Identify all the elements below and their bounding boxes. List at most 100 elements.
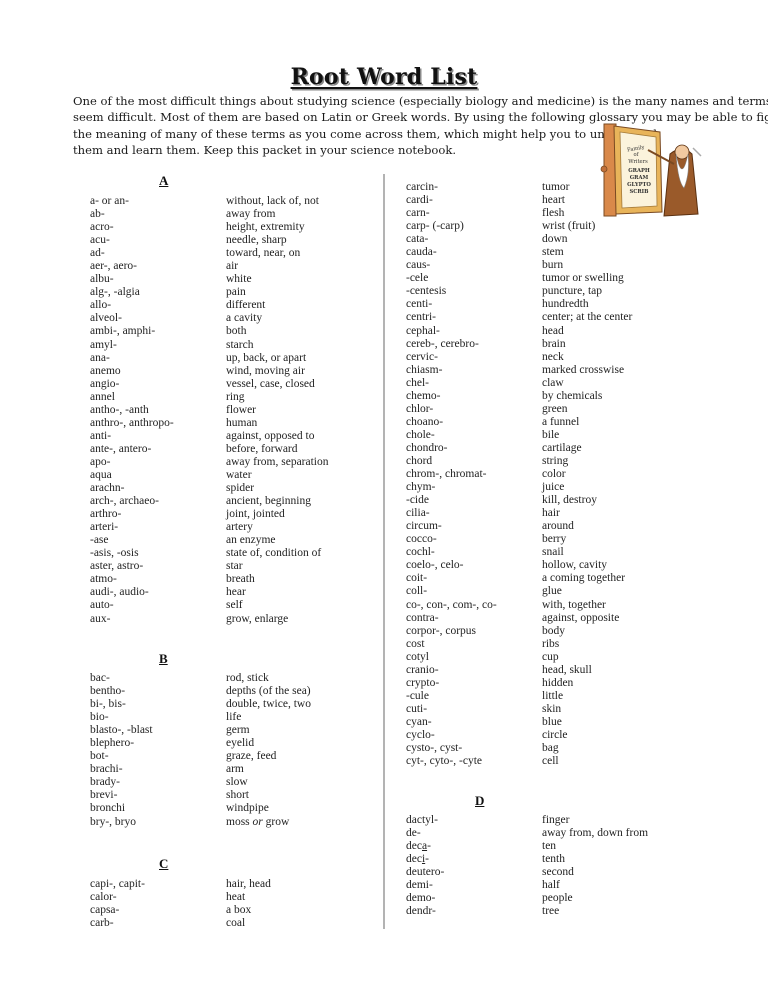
root-word: bio-: [90, 711, 109, 724]
root-word: bronchi: [90, 802, 126, 815]
glossary-row: aux-grow, enlarge: [90, 613, 288, 626]
root-word: chym-: [406, 481, 436, 494]
entry-list-a: a- or an-without, lack of, not ab-away fr…: [90, 195, 329, 626]
glossary-row: capsa-a box: [90, 904, 251, 917]
root-meaning: away from, down from: [542, 827, 649, 840]
root-meaning: toward, near, on: [226, 247, 301, 260]
root-meaning: an enzyme: [226, 534, 276, 547]
root-word: ab-: [90, 208, 105, 221]
root-word: carcin-: [406, 181, 438, 193]
root-meaning: depths (of the sea): [226, 685, 311, 698]
root-word: circum-: [406, 520, 442, 533]
root-meaning: heat: [226, 891, 246, 904]
root-word: cocco-: [406, 533, 437, 546]
glossary-row: bry-, bryo moss or grow: [90, 816, 289, 829]
root-word: carn-: [406, 207, 430, 220]
root-word: coelo-, celo-: [406, 559, 464, 572]
root-meaning: cell: [542, 755, 559, 768]
scribe-illustration: Family of Writers GRAPH GRAM GLYPTO SCRI…: [600, 123, 702, 217]
glossary-row: amyl-starch: [90, 339, 253, 352]
glossary-row: a- or an-without, lack of, not: [90, 195, 319, 208]
root-word: annel: [90, 390, 115, 403]
glossary-row: cyan-blue: [406, 715, 562, 729]
glossary-row: dactyl-finger: [406, 814, 569, 827]
root-word: aer-, aero-: [90, 260, 138, 273]
glossary-row: anthro-, anthropo-human: [90, 416, 257, 430]
root-meaning: string: [542, 454, 569, 467]
root-meaning: people: [542, 892, 573, 905]
glossary-row: chym-juice: [406, 481, 564, 494]
root-meaning: eyelid: [226, 737, 255, 750]
root-word: chiasm-: [406, 363, 443, 376]
root-meaning: against, opposite: [542, 611, 620, 624]
glossary-row: co-, con-, com-, co-with, together: [406, 599, 606, 612]
glossary-row: -cide kill, destroy: [406, 494, 597, 507]
root-meaning: slow: [226, 776, 248, 789]
root-meaning: grow, enlarge: [226, 612, 289, 625]
root-word: arteri-: [90, 521, 119, 534]
root-meaning: bag: [542, 742, 559, 755]
glossary-row: cilia-hair: [406, 507, 560, 520]
root-word: bot-: [90, 750, 109, 763]
root-meaning: joint, jointed: [226, 508, 285, 521]
glossary-row: blasto-, -blast germ: [90, 724, 250, 737]
root-word: -cide: [406, 494, 429, 507]
section-heading-d: D: [475, 793, 485, 808]
root-meaning: against, opposed to: [226, 429, 315, 442]
root-meaning: hollow, cavity: [542, 559, 608, 572]
glossary-row: coll-glue: [406, 585, 562, 598]
root-meaning: before, forward: [226, 442, 298, 455]
root-meaning: down: [542, 233, 568, 246]
glossary-row: carp- (-carp) wrist (fruit): [406, 220, 595, 233]
root-meaning: breath: [226, 573, 255, 586]
root-word: blephero-: [90, 737, 135, 750]
glossary-row: acro-height, extremity: [90, 221, 305, 234]
root-word: brady-: [90, 776, 121, 789]
root-word: cyt-, cyto-, -cyte: [406, 755, 482, 768]
root-word: capi-, capit-: [90, 878, 145, 890]
root-meaning: human: [226, 416, 258, 429]
root-meaning: coal: [226, 917, 246, 930]
root-meaning: body: [542, 624, 565, 637]
root-word: arthro-: [90, 508, 122, 521]
root-word: bi-, bis-: [90, 698, 126, 711]
glossary-row: centri-center; at the center: [406, 311, 632, 324]
root-meaning: air: [226, 260, 239, 273]
root-meaning: burn: [542, 259, 564, 272]
root-word: cyan-: [406, 715, 432, 728]
root-meaning: up, back, or apart: [226, 351, 307, 364]
glossary-row: chrom-, chromat-color: [406, 468, 566, 481]
root-meaning: vessel, case, closed: [226, 377, 315, 390]
root-word: cochl-: [406, 546, 435, 559]
glossary-row: cochl-snail: [406, 546, 564, 559]
glossary-row: cost ribs: [406, 638, 559, 651]
glossary-row: bi-, bis-double, twice, two: [90, 698, 311, 711]
root-meaning: a coming together: [542, 572, 626, 585]
glossary-row: de-away from, down from: [406, 827, 648, 840]
glossary-row: circum-around: [406, 520, 574, 533]
root-meaning: artery: [226, 521, 253, 534]
root-meaning: puncture, tap: [542, 285, 603, 298]
root-meaning: life: [226, 711, 242, 724]
entry-list-b: bac-rod, stick bentho-depths (of the sea)…: [90, 672, 311, 829]
root-meaning: circle: [542, 728, 568, 741]
root-meaning: by chemicals: [542, 389, 603, 402]
root-word: -ase: [90, 534, 109, 547]
glossary-row: cranio-head, skull: [406, 664, 592, 677]
root-meaning: white: [226, 273, 252, 286]
glossary-row: cyt-, cyto-, -cyte cell: [406, 755, 559, 768]
root-word: anthro-, anthropo-: [90, 416, 174, 429]
glossary-row: dendr-tree: [406, 905, 559, 918]
glossary-row: bentho-depths (of the sea): [90, 685, 311, 698]
root-meaning: rod, stick: [226, 672, 269, 684]
glossary-row: chord string: [406, 455, 568, 468]
root-word: deca-: [406, 840, 540, 853]
glossary-row: aqua water: [90, 469, 252, 482]
glossary-row: choano-a funnel: [406, 416, 579, 429]
root-meaning: half: [542, 879, 560, 892]
root-meaning: ribs: [542, 637, 560, 650]
glossary-row: crypto-hidden: [406, 677, 573, 690]
glossary-row: cata-down: [406, 233, 568, 246]
root-meaning: around: [542, 520, 574, 533]
root-meaning: color: [542, 468, 566, 481]
